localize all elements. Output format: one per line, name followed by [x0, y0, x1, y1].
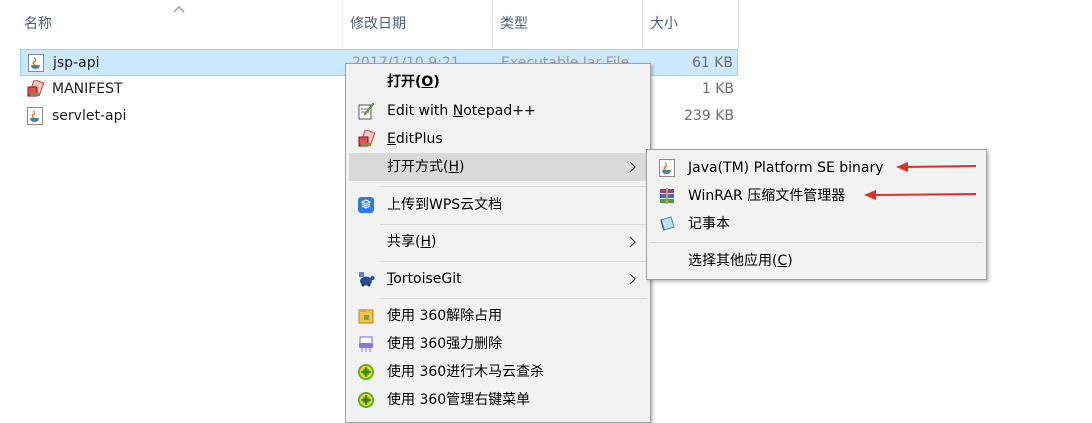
- sort-ascending-icon: [173, 6, 185, 13]
- menu-separator: [380, 186, 647, 187]
- menu-item-label: 记事本: [688, 216, 730, 232]
- menu-item-360-scan[interactable]: 使用 360进行木马云查杀: [349, 358, 647, 386]
- file-size: 61 KB: [691, 55, 733, 71]
- menu-item-360-delete[interactable]: 使用 360强力删除: [349, 330, 647, 358]
- shredder-icon: [359, 336, 373, 352]
- 360-security-icon: [358, 364, 374, 380]
- java-jar-icon: [28, 54, 44, 72]
- file-unlock-icon: [358, 309, 374, 324]
- submenu-item-choose-other[interactable]: 选择其他应用(C): [650, 247, 983, 275]
- menu-item-label: 打开方式(H): [387, 159, 465, 175]
- column-modified-label: 修改日期: [350, 16, 406, 32]
- menu-item-label: EditPlus: [387, 131, 443, 147]
- column-header: 名称 修改日期 类型 大小: [0, 0, 1092, 48]
- wps-cloud-icon: [358, 197, 374, 213]
- editplus-icon: [358, 130, 375, 147]
- menu-item-upload-wps[interactable]: 上传到WPS云文档: [349, 191, 647, 219]
- annotation-arrow-icon: [896, 162, 977, 172]
- menu-item-label: 共享(H): [387, 234, 437, 250]
- file-name: servlet-api: [52, 108, 127, 124]
- menu-item-open-with[interactable]: 打开方式(H): [349, 153, 647, 181]
- manifest-icon: [27, 80, 44, 97]
- context-menu: 打开(O) Edit with Notepad++ EditPlus 打开方式(…: [345, 63, 651, 423]
- menu-item-label: 选择其他应用(C): [688, 253, 793, 269]
- menu-item-label: 使用 360管理右键菜单: [387, 392, 531, 408]
- menu-item-label: Edit with Notepad++: [387, 103, 536, 119]
- notepad-plus-plus-icon: [358, 102, 375, 120]
- menu-item-share[interactable]: 共享(H): [349, 228, 647, 256]
- menu-separator: [380, 224, 647, 225]
- column-divider[interactable]: [738, 0, 739, 48]
- column-type[interactable]: 类型: [496, 0, 642, 48]
- menu-item-360-unlock[interactable]: 使用 360解除占用: [349, 302, 647, 330]
- java-icon: [659, 159, 675, 177]
- menu-separator: [650, 242, 983, 243]
- tortoisegit-icon: [359, 272, 375, 287]
- menu-item-label: TortoiseGit: [387, 271, 462, 287]
- java-jar-icon: [27, 107, 43, 125]
- menu-item-label: 使用 360强力删除: [387, 336, 503, 352]
- 360-security-icon: [358, 392, 374, 408]
- column-type-label: 类型: [500, 16, 528, 32]
- menu-item-edit-notepad[interactable]: Edit with Notepad++: [349, 97, 647, 125]
- menu-item-label: 打开(O): [387, 74, 440, 90]
- column-divider[interactable]: [492, 0, 493, 48]
- chevron-right-icon: [629, 236, 636, 248]
- menu-item-label: WinRAR 压缩文件管理器: [688, 188, 846, 204]
- column-name-label: 名称: [24, 16, 52, 32]
- winrar-icon: [660, 188, 674, 204]
- menu-item-360-menu[interactable]: 使用 360管理右键菜单: [349, 386, 647, 414]
- chevron-right-icon: [629, 273, 636, 285]
- menu-item-label: 上传到WPS云文档: [387, 197, 503, 213]
- file-name: MANIFEST: [52, 81, 123, 97]
- menu-item-label: Java(TM) Platform SE binary: [688, 160, 884, 176]
- chevron-right-icon: [629, 161, 636, 173]
- menu-item-label: 使用 360解除占用: [387, 308, 503, 324]
- menu-item-editplus[interactable]: EditPlus: [349, 125, 647, 153]
- file-size: 239 KB: [684, 108, 734, 124]
- file-name: jsp-api: [53, 55, 100, 71]
- menu-separator: [380, 298, 647, 299]
- notepad-icon: [660, 216, 675, 231]
- menu-item-tortoisegit[interactable]: TortoiseGit: [349, 265, 647, 293]
- menu-item-open[interactable]: 打开(O): [349, 68, 647, 96]
- menu-item-label: 使用 360进行木马云查杀: [387, 364, 545, 380]
- annotation-arrow-icon: [864, 190, 977, 200]
- column-modified[interactable]: 修改日期: [346, 0, 492, 48]
- menu-separator: [380, 261, 647, 262]
- column-size-label: 大小: [650, 16, 678, 32]
- column-divider[interactable]: [342, 0, 343, 48]
- column-divider[interactable]: [642, 0, 643, 48]
- file-size: 1 KB: [701, 81, 734, 97]
- column-size[interactable]: 大小: [646, 0, 738, 48]
- submenu-item-notepad[interactable]: 记事本: [650, 210, 983, 238]
